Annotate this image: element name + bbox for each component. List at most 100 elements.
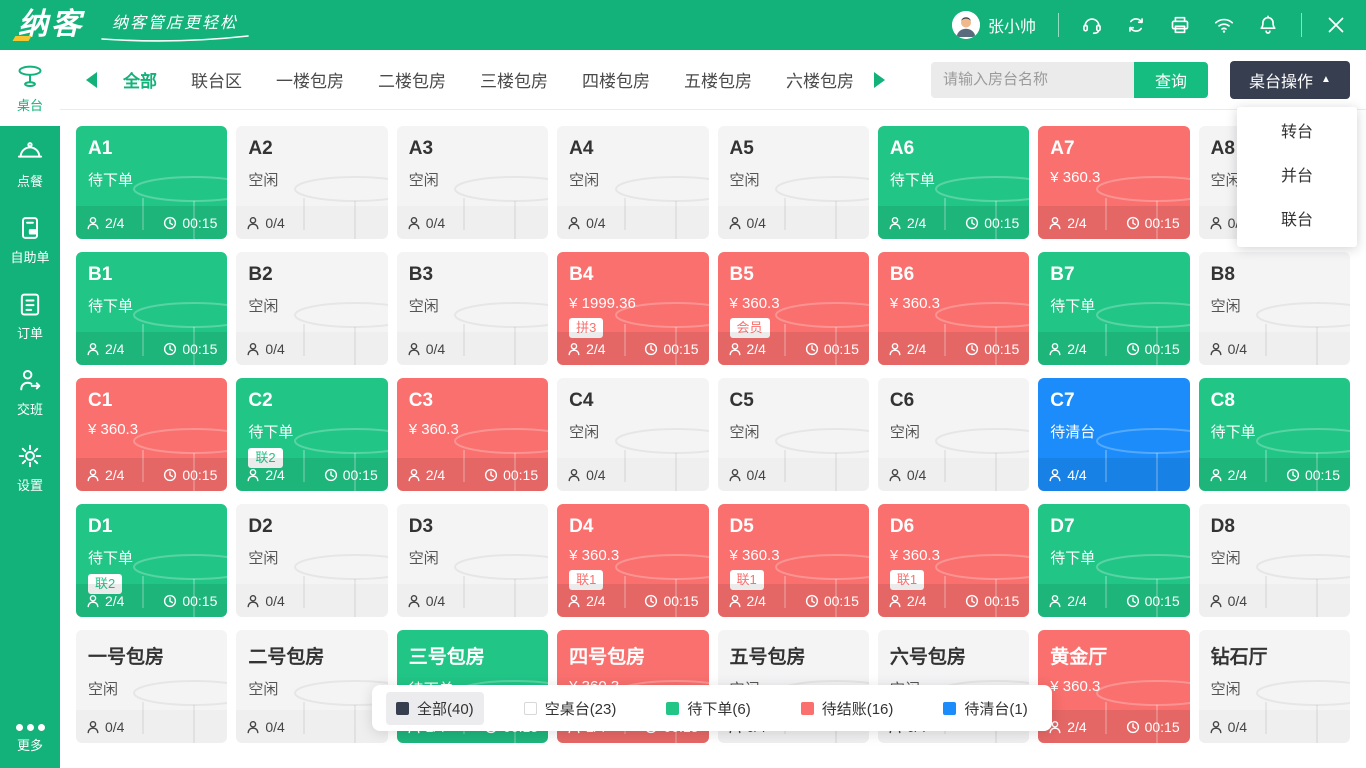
sidebar-item-more[interactable]: 更多 — [0, 724, 60, 754]
table-name: C2 — [248, 390, 375, 412]
sidebar-item-订单[interactable]: 订单 — [0, 278, 60, 354]
close-icon[interactable] — [1324, 13, 1348, 37]
table-card-C3[interactable]: C3 ¥ 360.3 2/4 00:15 — [397, 378, 548, 491]
chevron-up-icon: ▲ — [1321, 75, 1331, 85]
person-icon — [246, 720, 260, 734]
clock-icon — [965, 594, 979, 608]
table-card-D8[interactable]: D8 空闲 0/4 — [1199, 504, 1350, 617]
table-card-B4[interactable]: B4 ¥ 1999.36 拼3 2/4 00:15 — [557, 252, 708, 365]
table-card-D2[interactable]: D2 空闲 0/4 — [236, 504, 387, 617]
nav-category-五楼包房[interactable]: 五楼包房 — [684, 67, 752, 92]
table-ops-menu-item-并台[interactable]: 并台 — [1237, 155, 1357, 199]
printer-icon[interactable] — [1169, 14, 1191, 36]
table-card-A6[interactable]: A6 待下单 2/4 00:15 — [878, 126, 1029, 239]
legend-filter-待清台[interactable]: 待清台(1) — [933, 692, 1037, 725]
search-button[interactable]: 查询 — [1134, 62, 1208, 98]
table-card-A5[interactable]: A5 空闲 0/4 — [718, 126, 869, 239]
person-icon — [407, 468, 421, 482]
sidebar-item-桌台[interactable]: 桌台 — [0, 50, 60, 126]
table-name: C3 — [409, 390, 536, 412]
table-timer: 00:15 — [163, 593, 217, 609]
table-card-A2[interactable]: A2 空闲 0/4 — [236, 126, 387, 239]
table-card-footer: 2/4 00:15 — [878, 584, 1029, 617]
table-card-一号包房[interactable]: 一号包房 空闲 0/4 — [76, 630, 227, 743]
table-card-C6[interactable]: C6 空闲 0/4 — [878, 378, 1029, 491]
bell-icon[interactable] — [1257, 14, 1279, 36]
legend-filter-待结账[interactable]: 待结账(16) — [791, 692, 904, 725]
wifi-icon[interactable] — [1213, 14, 1235, 36]
table-card-D3[interactable]: D3 空闲 0/4 — [397, 504, 548, 617]
person-icon — [246, 342, 260, 356]
table-name: D6 — [890, 516, 1017, 538]
table-card-D4[interactable]: D4 ¥ 360.3 联1 2/4 00:15 — [557, 504, 708, 617]
table-status: ¥ 360.3 — [890, 295, 1017, 312]
sidebar-item-设置[interactable]: 设置 — [0, 430, 60, 506]
table-card-D1[interactable]: D1 待下单 联2 2/4 00:15 — [76, 504, 227, 617]
table-card-A1[interactable]: A1 待下单 2/4 00:15 — [76, 126, 227, 239]
sync-icon[interactable] — [1125, 14, 1147, 36]
legend-filter-空桌台[interactable]: 空桌台(23) — [514, 692, 627, 725]
sidebar-item-自助单[interactable]: 自助单 — [0, 202, 60, 278]
nav-category-一楼包房[interactable]: 一楼包房 — [276, 67, 344, 92]
table-card-B6[interactable]: B6 ¥ 360.3 2/4 00:15 — [878, 252, 1029, 365]
sidebar-item-交班[interactable]: 交班 — [0, 354, 60, 430]
table-card-B7[interactable]: B7 待下单 2/4 00:15 — [1038, 252, 1189, 365]
table-card-C7[interactable]: C7 待清台 4/4 — [1038, 378, 1189, 491]
person-icon — [86, 468, 100, 482]
table-card-A7[interactable]: A7 ¥ 360.3 2/4 00:15 — [1038, 126, 1189, 239]
table-card-钻石厅[interactable]: 钻石厅 空闲 0/4 — [1199, 630, 1350, 743]
table-people: 0/4 — [1209, 593, 1247, 609]
next-categories-arrow[interactable] — [874, 72, 885, 88]
cloche-icon — [16, 138, 44, 166]
table-status: ¥ 360.3 — [730, 295, 857, 312]
legend-filter-待下单[interactable]: 待下单(6) — [656, 692, 760, 725]
nav-category-四楼包房[interactable]: 四楼包房 — [582, 67, 650, 92]
top-bar: 纳客 纳客管店更轻松 张小帅 — [0, 0, 1366, 50]
table-card-B8[interactable]: B8 空闲 0/4 — [1199, 252, 1350, 365]
table-people: 0/4 — [1209, 341, 1247, 357]
table-card-B5[interactable]: B5 ¥ 360.3 会员 2/4 00:15 — [718, 252, 869, 365]
table-card-C1[interactable]: C1 ¥ 360.3 2/4 00:15 — [76, 378, 227, 491]
table-status: 空闲 — [248, 295, 375, 316]
table-card-C8[interactable]: C8 待下单 2/4 00:15 — [1199, 378, 1350, 491]
nav-category-三楼包房[interactable]: 三楼包房 — [480, 67, 548, 92]
table-card-footer: 2/4 00:15 — [557, 332, 708, 365]
table-people: 2/4 — [86, 215, 124, 231]
table-card-D7[interactable]: D7 待下单 2/4 00:15 — [1038, 504, 1189, 617]
table-card-B3[interactable]: B3 空闲 0/4 — [397, 252, 548, 365]
table-ops-menu-item-转台[interactable]: 转台 — [1237, 111, 1357, 155]
table-card-A4[interactable]: A4 空闲 0/4 — [557, 126, 708, 239]
table-card-C4[interactable]: C4 空闲 0/4 — [557, 378, 708, 491]
table-ops-button[interactable]: 桌台操作 ▲ — [1230, 61, 1350, 99]
sidebar-item-点餐[interactable]: 点餐 — [0, 126, 60, 202]
person-icon — [246, 594, 260, 608]
table-status: 空闲 — [409, 547, 536, 568]
legend-filter-全部[interactable]: 全部(40) — [386, 692, 484, 725]
table-card-B1[interactable]: B1 待下单 2/4 00:15 — [76, 252, 227, 365]
table-name: A4 — [569, 138, 696, 160]
table-card-A3[interactable]: A3 空闲 0/4 — [397, 126, 548, 239]
nav-category-联台区[interactable]: 联台区 — [191, 67, 242, 92]
nav-category-二楼包房[interactable]: 二楼包房 — [378, 67, 446, 92]
user-account[interactable]: 张小帅 — [952, 11, 1036, 39]
search-input[interactable] — [931, 62, 1134, 98]
nav-category-六楼包房[interactable]: 六楼包房 — [786, 67, 854, 92]
person-icon — [567, 594, 581, 608]
table-card-黄金厅[interactable]: 黄金厅 ¥ 360.3 2/4 00:15 — [1038, 630, 1189, 743]
nav-category-全部[interactable]: 全部 — [123, 67, 157, 92]
table-card-D5[interactable]: D5 ¥ 360.3 联1 2/4 00:15 — [718, 504, 869, 617]
table-card-B2[interactable]: B2 空闲 0/4 — [236, 252, 387, 365]
table-card-C2[interactable]: C2 待下单 联2 2/4 00:15 — [236, 378, 387, 491]
table-card-D6[interactable]: D6 ¥ 360.3 联1 2/4 00:15 — [878, 504, 1029, 617]
table-card-footer: 0/4 — [557, 206, 708, 239]
table-card-footer: 2/4 00:15 — [557, 584, 708, 617]
table-timer: 00:15 — [965, 341, 1019, 357]
prev-categories-arrow[interactable] — [86, 72, 97, 88]
customer-service-icon[interactable] — [1081, 14, 1103, 36]
table-ops-menu-item-联台[interactable]: 联台 — [1237, 199, 1357, 243]
table-timer: 00:15 — [644, 341, 698, 357]
table-timer: 00:15 — [163, 341, 217, 357]
divider — [1058, 13, 1059, 37]
table-card-二号包房[interactable]: 二号包房 空闲 0/4 — [236, 630, 387, 743]
table-card-C5[interactable]: C5 空闲 0/4 — [718, 378, 869, 491]
